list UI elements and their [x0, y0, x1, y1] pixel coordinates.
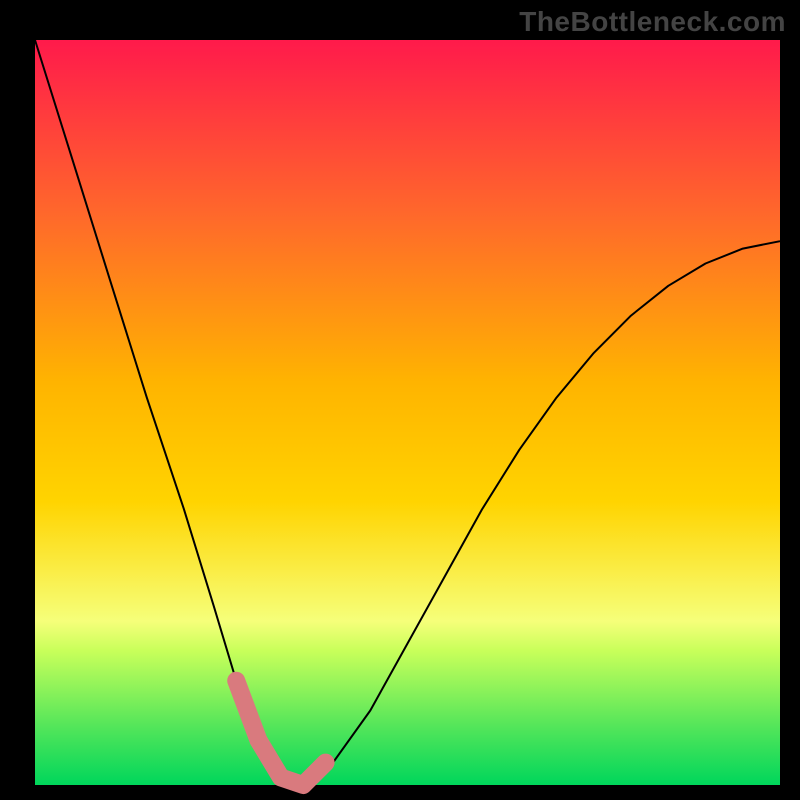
plot-background	[35, 40, 780, 785]
chart-stage: TheBottleneck.com	[0, 0, 800, 800]
bottleneck-chart	[0, 0, 800, 800]
